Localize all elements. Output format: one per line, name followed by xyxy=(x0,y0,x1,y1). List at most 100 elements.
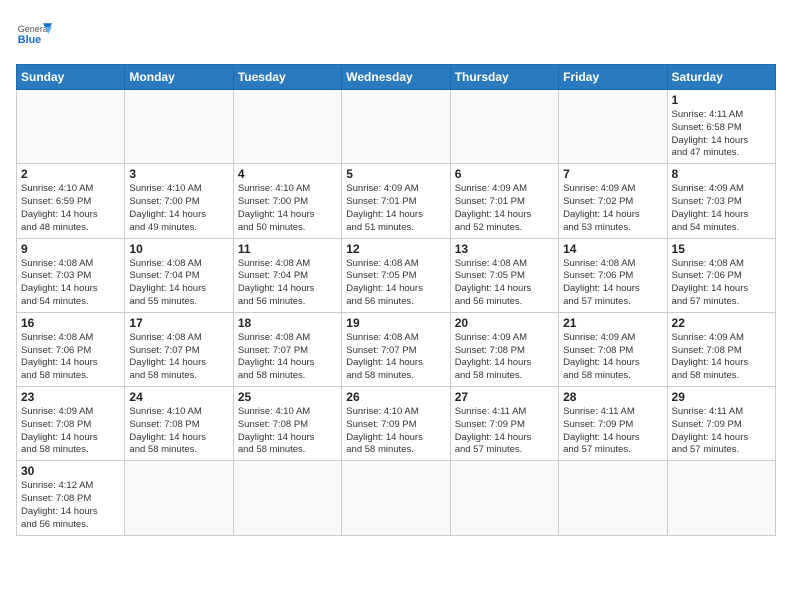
day-number: 27 xyxy=(455,390,554,404)
day-info: Sunrise: 4:11 AM Sunset: 7:09 PM Dayligh… xyxy=(563,406,662,457)
day-info: Sunrise: 4:09 AM Sunset: 7:01 PM Dayligh… xyxy=(455,183,554,234)
day-cell xyxy=(342,461,450,535)
day-cell: 11Sunrise: 4:08 AM Sunset: 7:04 PM Dayli… xyxy=(233,238,341,312)
day-cell xyxy=(667,461,775,535)
logo-icon: General Blue xyxy=(16,16,52,52)
day-number: 22 xyxy=(672,316,771,330)
day-info: Sunrise: 4:09 AM Sunset: 7:03 PM Dayligh… xyxy=(672,183,771,234)
weekday-wednesday: Wednesday xyxy=(342,65,450,90)
day-cell: 10 Sunrise: 4:08 AM Sunset: 7:04 PM Dayli… xyxy=(125,238,233,312)
week-row-4: 23 Sunrise: 4:09 AM Sunset: 7:08 PM Dayli… xyxy=(17,387,776,461)
day-cell: 27 Sunrise: 4:11 AM Sunset: 7:09 PM Dayli… xyxy=(450,387,558,461)
day-cell: 29Sunrise: 4:11 AM Sunset: 7:09 PM Dayli… xyxy=(667,387,775,461)
calendar-container: General Blue SundayMondayTuesdayWednesda… xyxy=(0,0,792,612)
weekday-monday: Monday xyxy=(125,65,233,90)
day-number: 25 xyxy=(238,390,337,404)
day-number: 5 xyxy=(346,167,445,181)
day-cell: 22 Sunrise: 4:09 AM Sunset: 7:08 PM Dayli… xyxy=(667,312,775,386)
day-info: Sunrise: 4:08 AM Sunset: 7:07 PM Dayligh… xyxy=(346,332,445,383)
day-number: 13 xyxy=(455,242,554,256)
day-number: 30 xyxy=(21,464,120,478)
day-cell: 3 Sunrise: 4:10 AM Sunset: 7:00 PM Daylig… xyxy=(125,164,233,238)
day-number: 2 xyxy=(21,167,120,181)
day-info: Sunrise: 4:10 AM Sunset: 7:09 PM Dayligh… xyxy=(346,406,445,457)
day-info: Sunrise: 4:08 AM Sunset: 7:06 PM Dayligh… xyxy=(672,258,771,309)
day-cell: 25 Sunrise: 4:10 AM Sunset: 7:08 PM Dayli… xyxy=(233,387,341,461)
week-row-5: 30Sunrise: 4:12 AM Sunset: 7:08 PM Dayli… xyxy=(17,461,776,535)
svg-text:Blue: Blue xyxy=(18,34,41,46)
day-info: Sunrise: 4:08 AM Sunset: 7:06 PM Dayligh… xyxy=(563,258,662,309)
day-cell: 14Sunrise: 4:08 AM Sunset: 7:06 PM Dayli… xyxy=(559,238,667,312)
day-cell: 8Sunrise: 4:09 AM Sunset: 7:03 PM Daylig… xyxy=(667,164,775,238)
day-info: Sunrise: 4:10 AM Sunset: 7:00 PM Dayligh… xyxy=(238,183,337,234)
day-cell xyxy=(125,461,233,535)
day-cell: 19 Sunrise: 4:08 AM Sunset: 7:07 PM Dayli… xyxy=(342,312,450,386)
day-number: 3 xyxy=(129,167,228,181)
header: General Blue xyxy=(16,16,776,52)
day-info: Sunrise: 4:10 AM Sunset: 7:08 PM Dayligh… xyxy=(129,406,228,457)
day-number: 19 xyxy=(346,316,445,330)
day-cell xyxy=(125,90,233,164)
day-number: 28 xyxy=(563,390,662,404)
day-cell: 5 Sunrise: 4:09 AM Sunset: 7:01 PM Daylig… xyxy=(342,164,450,238)
day-number: 12 xyxy=(346,242,445,256)
day-number: 21 xyxy=(563,316,662,330)
day-cell: 4 Sunrise: 4:10 AM Sunset: 7:00 PM Daylig… xyxy=(233,164,341,238)
day-cell: 9Sunrise: 4:08 AM Sunset: 7:03 PM Daylig… xyxy=(17,238,125,312)
weekday-sunday: Sunday xyxy=(17,65,125,90)
day-info: Sunrise: 4:08 AM Sunset: 7:04 PM Dayligh… xyxy=(129,258,228,309)
day-number: 1 xyxy=(672,93,771,107)
day-info: Sunrise: 4:09 AM Sunset: 7:08 PM Dayligh… xyxy=(672,332,771,383)
day-cell xyxy=(233,461,341,535)
day-info: Sunrise: 4:10 AM Sunset: 6:59 PM Dayligh… xyxy=(21,183,120,234)
day-info: Sunrise: 4:11 AM Sunset: 7:09 PM Dayligh… xyxy=(455,406,554,457)
week-row-0: 1Sunrise: 4:11 AM Sunset: 6:58 PM Daylig… xyxy=(17,90,776,164)
day-cell: 18Sunrise: 4:08 AM Sunset: 7:07 PM Dayli… xyxy=(233,312,341,386)
day-info: Sunrise: 4:08 AM Sunset: 7:04 PM Dayligh… xyxy=(238,258,337,309)
day-info: Sunrise: 4:08 AM Sunset: 7:06 PM Dayligh… xyxy=(21,332,120,383)
day-info: Sunrise: 4:08 AM Sunset: 7:05 PM Dayligh… xyxy=(346,258,445,309)
day-cell: 7Sunrise: 4:09 AM Sunset: 7:02 PM Daylig… xyxy=(559,164,667,238)
day-cell: 16Sunrise: 4:08 AM Sunset: 7:06 PM Dayli… xyxy=(17,312,125,386)
day-info: Sunrise: 4:08 AM Sunset: 7:03 PM Dayligh… xyxy=(21,258,120,309)
day-cell xyxy=(342,90,450,164)
day-cell: 2 Sunrise: 4:10 AM Sunset: 6:59 PM Daylig… xyxy=(17,164,125,238)
day-number: 4 xyxy=(238,167,337,181)
day-number: 17 xyxy=(129,316,228,330)
day-number: 10 xyxy=(129,242,228,256)
day-cell: 13Sunrise: 4:08 AM Sunset: 7:05 PM Dayli… xyxy=(450,238,558,312)
day-info: Sunrise: 4:10 AM Sunset: 7:00 PM Dayligh… xyxy=(129,183,228,234)
day-info: Sunrise: 4:09 AM Sunset: 7:08 PM Dayligh… xyxy=(21,406,120,457)
weekday-friday: Friday xyxy=(559,65,667,90)
day-number: 20 xyxy=(455,316,554,330)
calendar-table: SundayMondayTuesdayWednesdayThursdayFrid… xyxy=(16,64,776,536)
day-cell: 21 Sunrise: 4:09 AM Sunset: 7:08 PM Dayli… xyxy=(559,312,667,386)
day-cell: 24 Sunrise: 4:10 AM Sunset: 7:08 PM Dayli… xyxy=(125,387,233,461)
day-info: Sunrise: 4:10 AM Sunset: 7:08 PM Dayligh… xyxy=(238,406,337,457)
weekday-tuesday: Tuesday xyxy=(233,65,341,90)
day-info: Sunrise: 4:08 AM Sunset: 7:07 PM Dayligh… xyxy=(129,332,228,383)
day-cell: 23 Sunrise: 4:09 AM Sunset: 7:08 PM Dayli… xyxy=(17,387,125,461)
day-cell xyxy=(450,461,558,535)
day-number: 26 xyxy=(346,390,445,404)
day-info: Sunrise: 4:08 AM Sunset: 7:07 PM Dayligh… xyxy=(238,332,337,383)
day-info: Sunrise: 4:09 AM Sunset: 7:01 PM Dayligh… xyxy=(346,183,445,234)
day-number: 7 xyxy=(563,167,662,181)
day-info: Sunrise: 4:09 AM Sunset: 7:08 PM Dayligh… xyxy=(563,332,662,383)
day-info: Sunrise: 4:11 AM Sunset: 7:09 PM Dayligh… xyxy=(672,406,771,457)
day-number: 24 xyxy=(129,390,228,404)
day-info: Sunrise: 4:09 AM Sunset: 7:08 PM Dayligh… xyxy=(455,332,554,383)
weekday-thursday: Thursday xyxy=(450,65,558,90)
day-cell xyxy=(559,461,667,535)
day-number: 15 xyxy=(672,242,771,256)
day-number: 23 xyxy=(21,390,120,404)
day-cell: 26 Sunrise: 4:10 AM Sunset: 7:09 PM Dayli… xyxy=(342,387,450,461)
week-row-3: 16Sunrise: 4:08 AM Sunset: 7:06 PM Dayli… xyxy=(17,312,776,386)
weekday-saturday: Saturday xyxy=(667,65,775,90)
day-cell: 1Sunrise: 4:11 AM Sunset: 6:58 PM Daylig… xyxy=(667,90,775,164)
day-cell xyxy=(233,90,341,164)
day-cell: 20 Sunrise: 4:09 AM Sunset: 7:08 PM Dayli… xyxy=(450,312,558,386)
day-cell: 28 Sunrise: 4:11 AM Sunset: 7:09 PM Dayli… xyxy=(559,387,667,461)
day-cell xyxy=(17,90,125,164)
day-cell xyxy=(559,90,667,164)
